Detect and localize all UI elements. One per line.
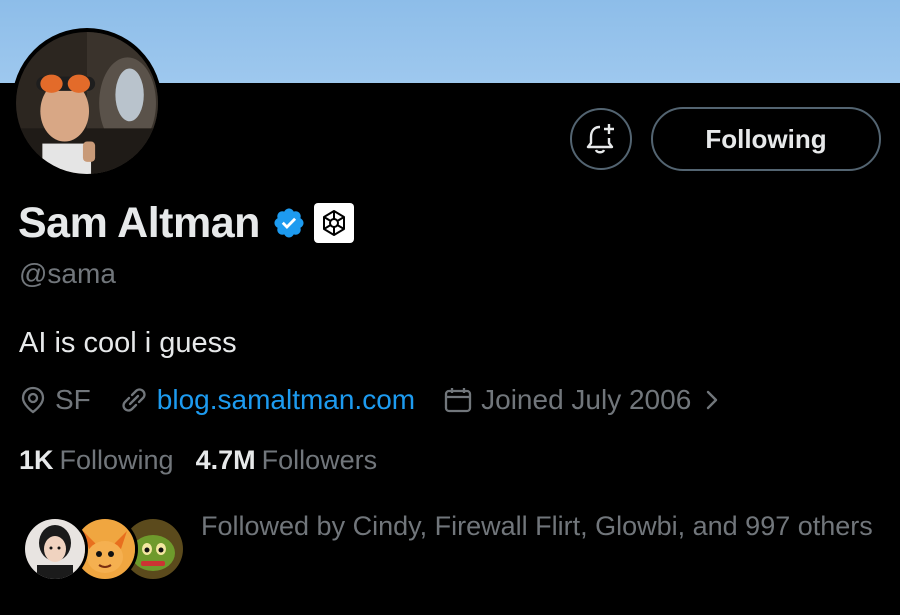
website-item[interactable]: blog.samaltman.com xyxy=(119,384,415,416)
display-name: Sam Altman xyxy=(18,198,260,247)
calendar-icon xyxy=(444,388,472,413)
chevron-right-icon xyxy=(707,390,718,410)
bell-plus-icon xyxy=(586,124,614,154)
location-text: SF xyxy=(55,384,91,415)
location-pin-icon xyxy=(21,386,45,414)
link-icon xyxy=(122,388,146,412)
profile-page: Following Sam Altman @sama AI is cool i … xyxy=(0,0,900,615)
following-button[interactable]: Following xyxy=(651,107,881,171)
followed-by-avatars[interactable] xyxy=(22,516,192,584)
name-row: Sam Altman xyxy=(18,196,354,250)
location-item: SF xyxy=(19,384,91,416)
follower-avatar-image xyxy=(25,519,85,579)
website-link[interactable]: blog.samaltman.com xyxy=(157,384,415,416)
joined-text: Joined July 2006 xyxy=(481,384,692,415)
follower-avatar-1 xyxy=(22,516,88,582)
profile-avatar[interactable] xyxy=(12,28,162,178)
openai-logo-icon xyxy=(322,210,345,236)
notification-bell-button[interactable] xyxy=(570,108,632,170)
verified-badge-icon[interactable] xyxy=(272,206,306,240)
openai-affiliation-badge[interactable] xyxy=(313,203,354,243)
avatar-image xyxy=(16,32,158,174)
followers-stat-label[interactable]: Followers xyxy=(262,445,378,476)
following-button-label: Following xyxy=(705,123,827,154)
following-stat-label[interactable]: Following xyxy=(60,445,174,476)
profile-bio: AI is cool i guess xyxy=(19,327,237,359)
profile-meta-row: SF blog.samaltman.com Joined July 2006 xyxy=(19,381,751,419)
follow-stats: 1K Following 4.7M Followers xyxy=(19,441,399,479)
followers-count[interactable]: 4.7M xyxy=(196,445,256,476)
profile-handle: @sama xyxy=(19,258,116,289)
joined-item[interactable]: Joined July 2006 xyxy=(443,384,723,416)
following-count[interactable]: 1K xyxy=(19,445,54,476)
followed-by-text[interactable]: Followed by Cindy, Firewall Flirt, Glowb… xyxy=(201,506,881,547)
